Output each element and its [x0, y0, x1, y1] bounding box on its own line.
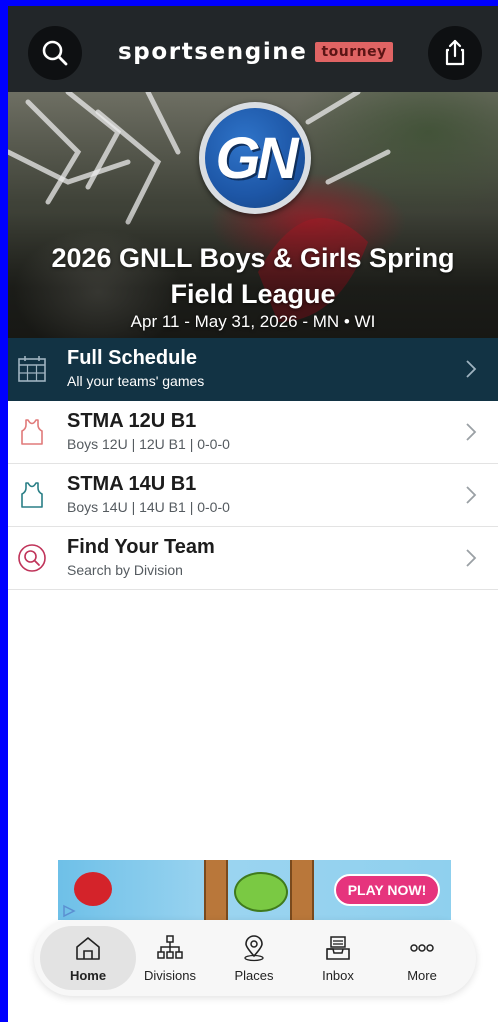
home-icon	[76, 937, 100, 960]
team-name: STMA 14U B1	[67, 473, 197, 495]
find-team-title: Find Your Team	[67, 536, 215, 558]
nav-places-label: Places	[234, 968, 274, 983]
find-team-text: Find Your Team Search by Division	[67, 535, 215, 579]
nav-inbox[interactable]: Inbox	[296, 926, 380, 990]
full-schedule-row[interactable]: Full Schedule All your teams' games	[8, 338, 498, 401]
bottom-navigation: Home Divisions Places Inbox More	[34, 920, 476, 996]
top-bar: sportsengine tourney	[8, 6, 498, 92]
divisions-icon	[157, 935, 183, 959]
team-name: STMA 12U B1	[67, 410, 197, 432]
nav-inbox-label: Inbox	[322, 968, 354, 983]
full-schedule-title: Full Schedule	[67, 347, 198, 369]
more-icon	[410, 944, 434, 952]
jersey-icon	[21, 419, 43, 445]
search-icon	[18, 544, 46, 572]
ad-pig-graphic	[234, 872, 288, 912]
nav-more[interactable]: More	[380, 926, 464, 990]
nav-divisions-label: Divisions	[143, 968, 196, 983]
inbox-icon	[326, 936, 350, 960]
team-row-stma-14u[interactable]: STMA 14U B1 Boys 14U | 14U B1 | 0-0-0	[8, 464, 498, 527]
team-details: Boys 12U | 12U B1 | 0-0-0	[67, 436, 230, 452]
ad-bird-graphic	[74, 872, 112, 906]
event-dates: Apr 11 - May 31, 2026 - MN • WI	[130, 312, 376, 331]
nav-home-label: Home	[69, 968, 107, 983]
chevron-right-icon	[466, 549, 477, 567]
ad-wood-post	[204, 860, 228, 920]
nav-divisions[interactable]: Divisions	[128, 926, 212, 990]
app-screen: sportsengine tourney GN 2026 GNLL Boys &…	[8, 6, 498, 1022]
chevron-right-icon	[466, 360, 477, 378]
brand-logo: sportsengine tourney	[118, 36, 393, 68]
search-button[interactable]	[28, 26, 82, 80]
brand-wordmark: sportsengine	[118, 39, 308, 65]
full-schedule-subtitle: All your teams' games	[67, 373, 205, 389]
ad-play-now-button[interactable]: PLAY NOW!	[334, 874, 440, 906]
find-your-team-row[interactable]: Find Your Team Search by Division	[8, 527, 498, 590]
jersey-icon	[21, 482, 43, 508]
location-pin-icon	[244, 935, 264, 962]
chevron-right-icon	[466, 423, 477, 441]
team-row-text: STMA 12U B1 Boys 12U | 12U B1 | 0-0-0	[67, 409, 230, 453]
brand-tag: tourney	[315, 42, 393, 62]
full-schedule-text: Full Schedule All your teams' games	[67, 346, 204, 390]
nav-more-label: More	[407, 968, 437, 983]
team-details: Boys 14U | 14U B1 | 0-0-0	[67, 499, 230, 515]
chevron-right-icon	[466, 486, 477, 504]
team-row-stma-12u[interactable]: STMA 12U B1 Boys 12U | 12U B1 | 0-0-0	[8, 401, 498, 464]
event-logo: GN	[199, 102, 311, 214]
find-team-subtitle: Search by Division	[67, 562, 183, 578]
nav-places[interactable]: Places	[212, 926, 296, 990]
calendar-icon	[18, 356, 46, 382]
nav-home[interactable]: Home	[40, 926, 136, 990]
share-icon	[445, 39, 465, 66]
event-title: 2026 GNLL Boys & Girls Spring Field Leag…	[51, 243, 455, 309]
event-logo-text: GN	[215, 125, 299, 191]
ad-banner[interactable]: PLAY NOW!	[58, 860, 451, 920]
ad-info-icon[interactable]	[62, 904, 76, 918]
share-button[interactable]	[428, 26, 482, 80]
search-icon	[42, 40, 68, 66]
ad-wood-post	[290, 860, 314, 920]
event-hero: GN 2026 GNLL Boys & Girls Spring Field L…	[8, 92, 498, 338]
team-row-text: STMA 14U B1 Boys 14U | 14U B1 | 0-0-0	[67, 472, 230, 516]
event-logo-badge: GN	[205, 108, 305, 208]
